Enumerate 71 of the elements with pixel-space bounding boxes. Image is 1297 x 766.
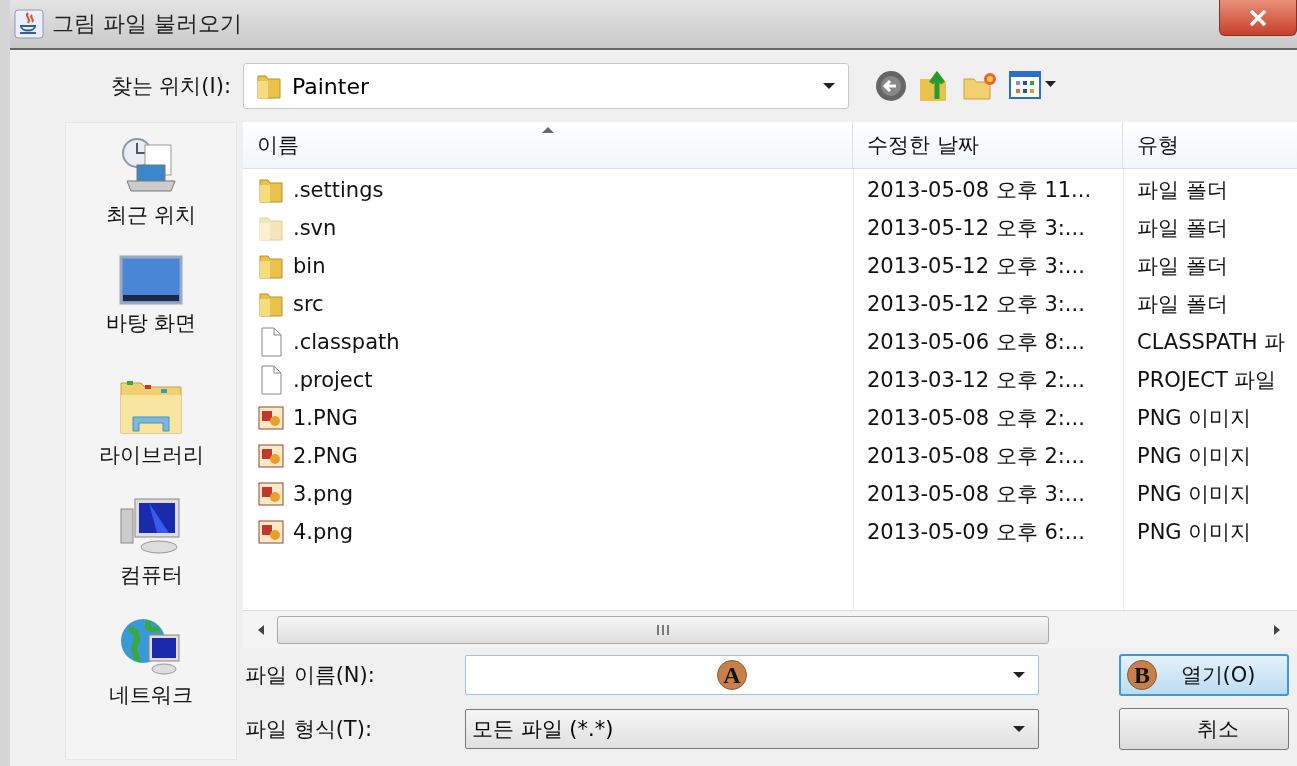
dropdown-caret-icon bbox=[822, 82, 836, 90]
file-type-dropdown[interactable]: 모든 파일 (*.*) bbox=[465, 709, 1039, 749]
date-cell-text: 2013-05-12 오후 3:... bbox=[866, 291, 1086, 318]
date-cell-text: 2013-05-12 오후 3:... bbox=[866, 215, 1086, 242]
type-cell-text: PNG 이미지 bbox=[1136, 481, 1253, 508]
window-title: 그림 파일 불러오기 bbox=[52, 10, 242, 38]
type-cell-text: PNG 이미지 bbox=[1136, 405, 1253, 432]
file-name[interactable]: 4.png bbox=[293, 520, 353, 544]
date-cell-text: 2013-05-08 오후 2:... bbox=[866, 405, 1086, 432]
folder-icon bbox=[258, 252, 284, 280]
image-file-icon bbox=[258, 406, 284, 430]
desktop-icon bbox=[119, 255, 183, 305]
image-file-icon bbox=[258, 520, 284, 544]
place-label[interactable]: 네트워크 bbox=[109, 681, 193, 709]
file-name[interactable]: 1.PNG bbox=[293, 406, 358, 430]
java-cup-icon bbox=[14, 9, 44, 39]
column-header[interactable]: 수정한 날짜 bbox=[853, 122, 1123, 168]
new-folder-icon[interactable] bbox=[963, 71, 997, 101]
view-menu-icon[interactable] bbox=[1009, 71, 1057, 101]
date-cell-text: 2013-05-08 오후 3:... bbox=[866, 481, 1086, 508]
image-file-icon bbox=[258, 444, 284, 468]
dialog-button[interactable]: 취소 bbox=[1119, 708, 1289, 750]
type-cell-text: PNG 이미지 bbox=[1136, 443, 1253, 470]
folder-icon bbox=[256, 72, 282, 100]
dropdown-caret-icon bbox=[1012, 725, 1026, 733]
date-cell-text: 2013-03-12 오후 2:... bbox=[866, 367, 1086, 394]
type-cell-text: PNG 이미지 bbox=[1136, 519, 1253, 546]
type-cell-text: PROJECT 파일 bbox=[1136, 367, 1278, 394]
place-label[interactable]: 최근 위치 bbox=[105, 201, 197, 229]
file-name[interactable]: .project bbox=[293, 368, 373, 392]
look-in-dropdown[interactable]: Painter bbox=[243, 63, 849, 109]
file-name[interactable]: .settings bbox=[293, 178, 384, 202]
file-icon bbox=[259, 365, 283, 395]
type-cell-text: 파일 폴더 bbox=[1136, 253, 1229, 280]
file-name[interactable]: .svn bbox=[293, 216, 337, 240]
column-header[interactable]: 유형 bbox=[1123, 122, 1297, 168]
date-cell-text: 2013-05-06 오후 8:... bbox=[866, 329, 1086, 356]
horizontal-scrollbar[interactable] bbox=[243, 610, 1297, 648]
file-name[interactable]: 2.PNG bbox=[293, 444, 358, 468]
file-name[interactable]: 3.png bbox=[293, 482, 353, 506]
file-name-label: 파일 이름(N): bbox=[244, 662, 376, 689]
date-cell-text: 2013-05-09 오후 6:... bbox=[866, 519, 1086, 546]
faded-folder-icon bbox=[258, 214, 284, 242]
file-type-label: 파일 형식(T): bbox=[244, 716, 373, 743]
close-icon bbox=[1249, 9, 1267, 26]
sort-caret-icon bbox=[540, 126, 555, 134]
file-name[interactable]: src bbox=[293, 292, 324, 316]
column-header[interactable]: 이름 bbox=[243, 122, 853, 168]
file-icon bbox=[259, 327, 283, 357]
look-in-label: 찾는 위치(I): bbox=[110, 73, 231, 100]
file-name[interactable]: bin bbox=[293, 254, 326, 278]
date-cell-text: 2013-05-08 오후 2:... bbox=[866, 443, 1086, 470]
folder-icon bbox=[258, 290, 284, 318]
date-cell-text: 2013-05-12 오후 3:... bbox=[866, 253, 1086, 280]
grip-icon bbox=[655, 623, 671, 636]
type-cell-text: 파일 폴더 bbox=[1136, 215, 1229, 242]
place-label[interactable]: 라이브러리 bbox=[98, 441, 204, 469]
date-cell-text: 2013-05-08 오후 11... bbox=[866, 177, 1093, 204]
folder-icon bbox=[258, 176, 284, 204]
place-label[interactable]: 컴퓨터 bbox=[119, 561, 183, 589]
image-file-icon bbox=[258, 482, 284, 506]
place-label[interactable]: 바탕 화면 bbox=[105, 309, 197, 337]
type-cell-text: 파일 폴더 bbox=[1136, 177, 1229, 204]
annotation-marker: A bbox=[717, 660, 747, 690]
type-cell-text: CLASSPATH 파 bbox=[1136, 329, 1287, 356]
file-name-field[interactable]: A bbox=[465, 655, 1039, 695]
close-button[interactable] bbox=[1219, 0, 1297, 36]
dropdown-caret-icon bbox=[1012, 671, 1026, 679]
file-name[interactable]: .classpath bbox=[293, 330, 400, 354]
type-cell-text: 파일 폴더 bbox=[1136, 291, 1229, 318]
computer-icon bbox=[119, 495, 183, 557]
